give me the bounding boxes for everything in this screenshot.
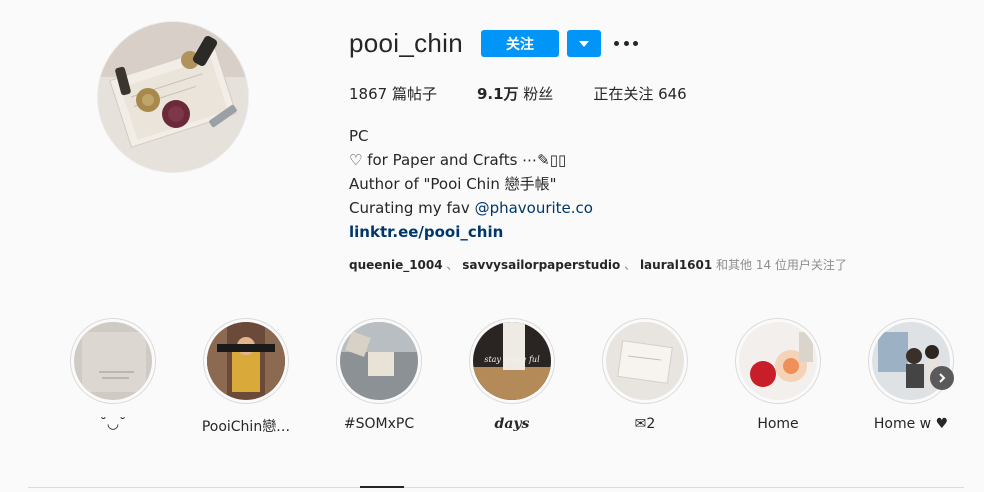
followers-count[interactable]: 9.1万 粉丝 [477,83,553,104]
dropdown-chevron-icon [579,40,589,47]
profile-username: pooi_chin [349,28,464,58]
highlight-cover-text: stay grace ful [484,355,540,364]
highlight-item[interactable]: #SOMxPC [324,318,434,432]
highlight-cover [207,322,285,400]
follow-button[interactable]: 关注 [481,30,559,57]
highlight-item[interactable]: stay grace ful days [457,318,567,432]
bio-line-3: Curating my fav @phavourite.co [349,199,593,217]
posts-count: 1867 篇帖子 [349,85,437,103]
followed-by-user-3[interactable]: laural1601 [640,258,712,272]
next-arrow-icon [939,373,946,383]
bio-name: PC [349,127,369,145]
following-count[interactable]: 正在关注 646 [593,83,686,104]
profile-stats: 1867 篇帖子 9.1万 粉丝 正在关注 646 [349,83,727,104]
bio-external-link[interactable]: linktr.ee/pooi_chin [349,220,593,244]
highlight-label: days [494,416,530,432]
highlight-label: Home w ♥ [873,416,949,432]
highlight-cover: stay grace ful [473,322,551,400]
bio-line-2: Author of "Pooi Chin 戀手帳" [349,175,557,193]
followed-by[interactable]: queenie_1004 、 savvysailorpaperstudio 、 … [349,256,847,273]
tabs-divider [28,487,964,488]
highlight-item[interactable]: ˘◡˘ [58,318,168,432]
followed-by-user-2[interactable]: savvysailorpaperstudio [462,258,620,272]
profile-avatar[interactable] [98,22,248,172]
highlight-label: #SOMxPC [343,416,415,432]
highlight-label: Home [757,416,799,432]
highlight-item[interactable]: Home [723,318,833,432]
highlight-cover [74,322,152,400]
profile-bio: PC ♡ for Paper and Crafts ⋯✎▯▯ Author of… [349,124,593,244]
highlight-label: ✉︎2 [634,416,656,432]
more-options-button[interactable] [614,33,638,53]
highlight-cover [606,322,684,400]
avatar-image [98,22,248,172]
highlight-item[interactable]: PooiChin戀… [191,318,301,436]
bio-mention-link[interactable]: @phavourite.co [475,199,593,217]
bio-line-1: ♡ for Paper and Crafts ⋯✎▯▯ [349,151,567,169]
highlight-cover [340,322,418,400]
highlight-item[interactable]: ✉︎2 [590,318,700,432]
more-options-icon [614,40,619,46]
highlight-cover [739,322,817,400]
followed-by-user-1[interactable]: queenie_1004 [349,258,443,272]
highlights-next-button[interactable] [930,366,954,390]
suggestions-dropdown-button[interactable] [567,30,601,57]
highlight-label: PooiChin戀… [201,419,291,435]
active-tab-indicator [360,486,404,488]
highlight-label: ˘◡˘ [99,416,127,432]
story-highlights: ˘◡˘ PooiChin戀… #SOMxPC stay grace ful da… [70,318,954,438]
